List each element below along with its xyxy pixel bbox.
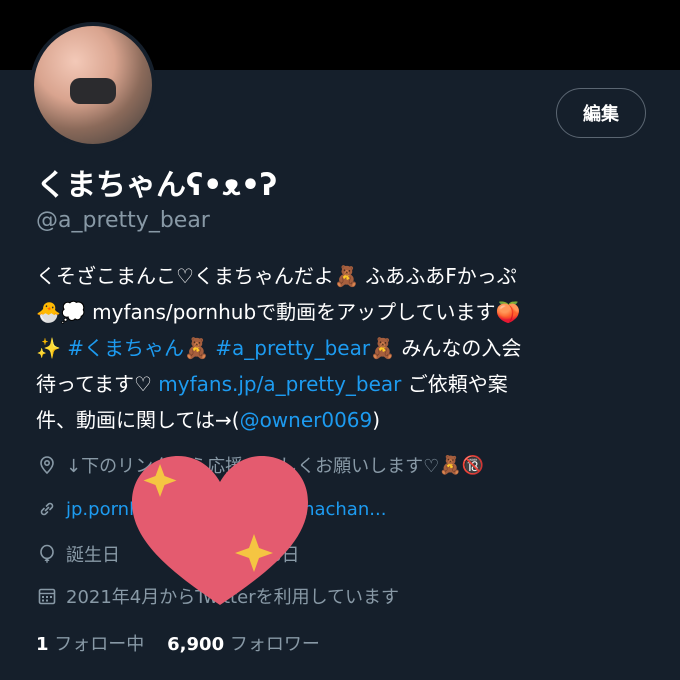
chick-emoji: 🐣 (36, 300, 61, 324)
bear-emoji: 🧸 (333, 264, 359, 288)
peach-emoji: 🍑 (495, 300, 521, 324)
profile-name: くまちゃんʕ•ᴥ•ʔ (36, 168, 278, 203)
hashtag-link[interactable]: #くまちゃん (67, 336, 184, 360)
birthday-label: 誕生日 (66, 545, 120, 566)
following-count[interactable]: 1 (36, 634, 49, 655)
bio-text: ふあふあFかっぷ (365, 264, 517, 288)
mention-link[interactable]: @owner0069 (240, 408, 373, 432)
sparkles-emoji: ✨ (36, 336, 61, 360)
bio-text: ) (372, 408, 381, 432)
bio-text: 件、動画に関しては→( (36, 408, 240, 432)
heart-sticker-icon (132, 456, 308, 605)
bear-emoji: 🧸 (370, 336, 395, 360)
avatar[interactable] (30, 22, 156, 148)
bio-text: ご依頼や案 (407, 372, 508, 396)
bio-text: みんなの入会 (401, 336, 522, 360)
map-pin-icon (36, 454, 58, 476)
calendar-icon (36, 585, 58, 607)
bio-text: くそざこまんこ♡くまちゃんだよ (36, 264, 334, 288)
no-under-18-emoji: 🔞 (461, 454, 485, 476)
followers-label[interactable]: フォロワー (230, 634, 320, 655)
profile-handle: @a_pretty_bear (36, 208, 210, 233)
hashtag-link[interactable]: #a_pretty_bear (215, 336, 370, 360)
followers-count[interactable]: 6,900 (167, 634, 224, 655)
avatar-face-mask (70, 78, 116, 104)
bio-text: myfans/pornhubで動画をアップしています (92, 300, 496, 324)
bear-emoji: 🧸 (439, 454, 462, 476)
profile-bio: くそざこまんこ♡くまちゃんだよ🧸 ふあふあFかっぷ 🐣💭 myfans/porn… (36, 258, 656, 438)
bear-emoji: 🧸 (184, 336, 209, 360)
thought-bubble-emoji: 💭 (60, 300, 86, 324)
link-icon (36, 498, 58, 520)
following-label[interactable]: フォロー中 (54, 634, 144, 655)
edit-profile-button[interactable]: 編集 (556, 88, 646, 138)
follow-stats: 1 フォロー中 6,900 フォロワー (36, 630, 320, 656)
balloon-icon (36, 543, 58, 565)
bio-text: 待ってます♡ (36, 372, 152, 396)
bio-url-link[interactable]: myfans.jp/a_pretty_bear (158, 372, 401, 396)
